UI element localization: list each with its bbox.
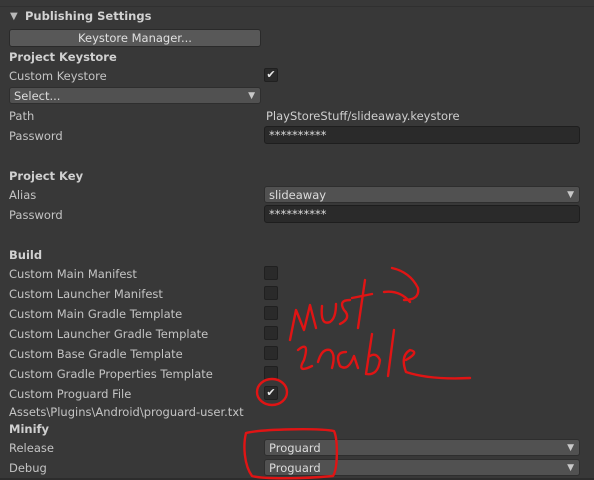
annotation-circle-checkbox xyxy=(255,377,289,407)
annotation-box-minify xyxy=(243,428,339,480)
annotation-word-enable xyxy=(296,266,472,380)
annotation-word-must xyxy=(288,278,374,342)
handwritten-annotation xyxy=(243,266,472,480)
